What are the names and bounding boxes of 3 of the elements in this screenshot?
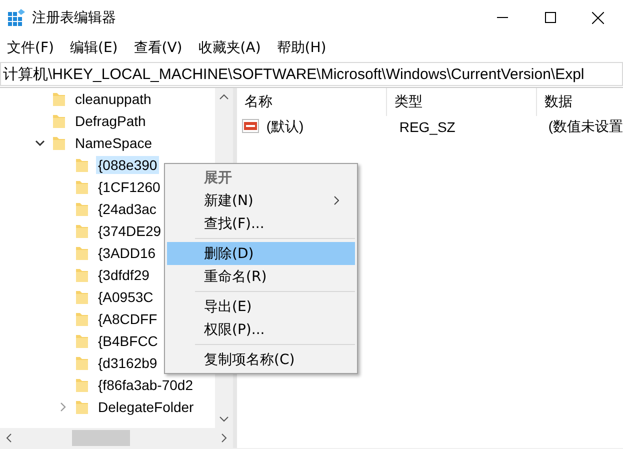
value-type: REG_SZ (398, 119, 456, 135)
window-title: 注册表编辑器 (32, 8, 116, 26)
value-data: (数值未设置 (547, 118, 623, 136)
